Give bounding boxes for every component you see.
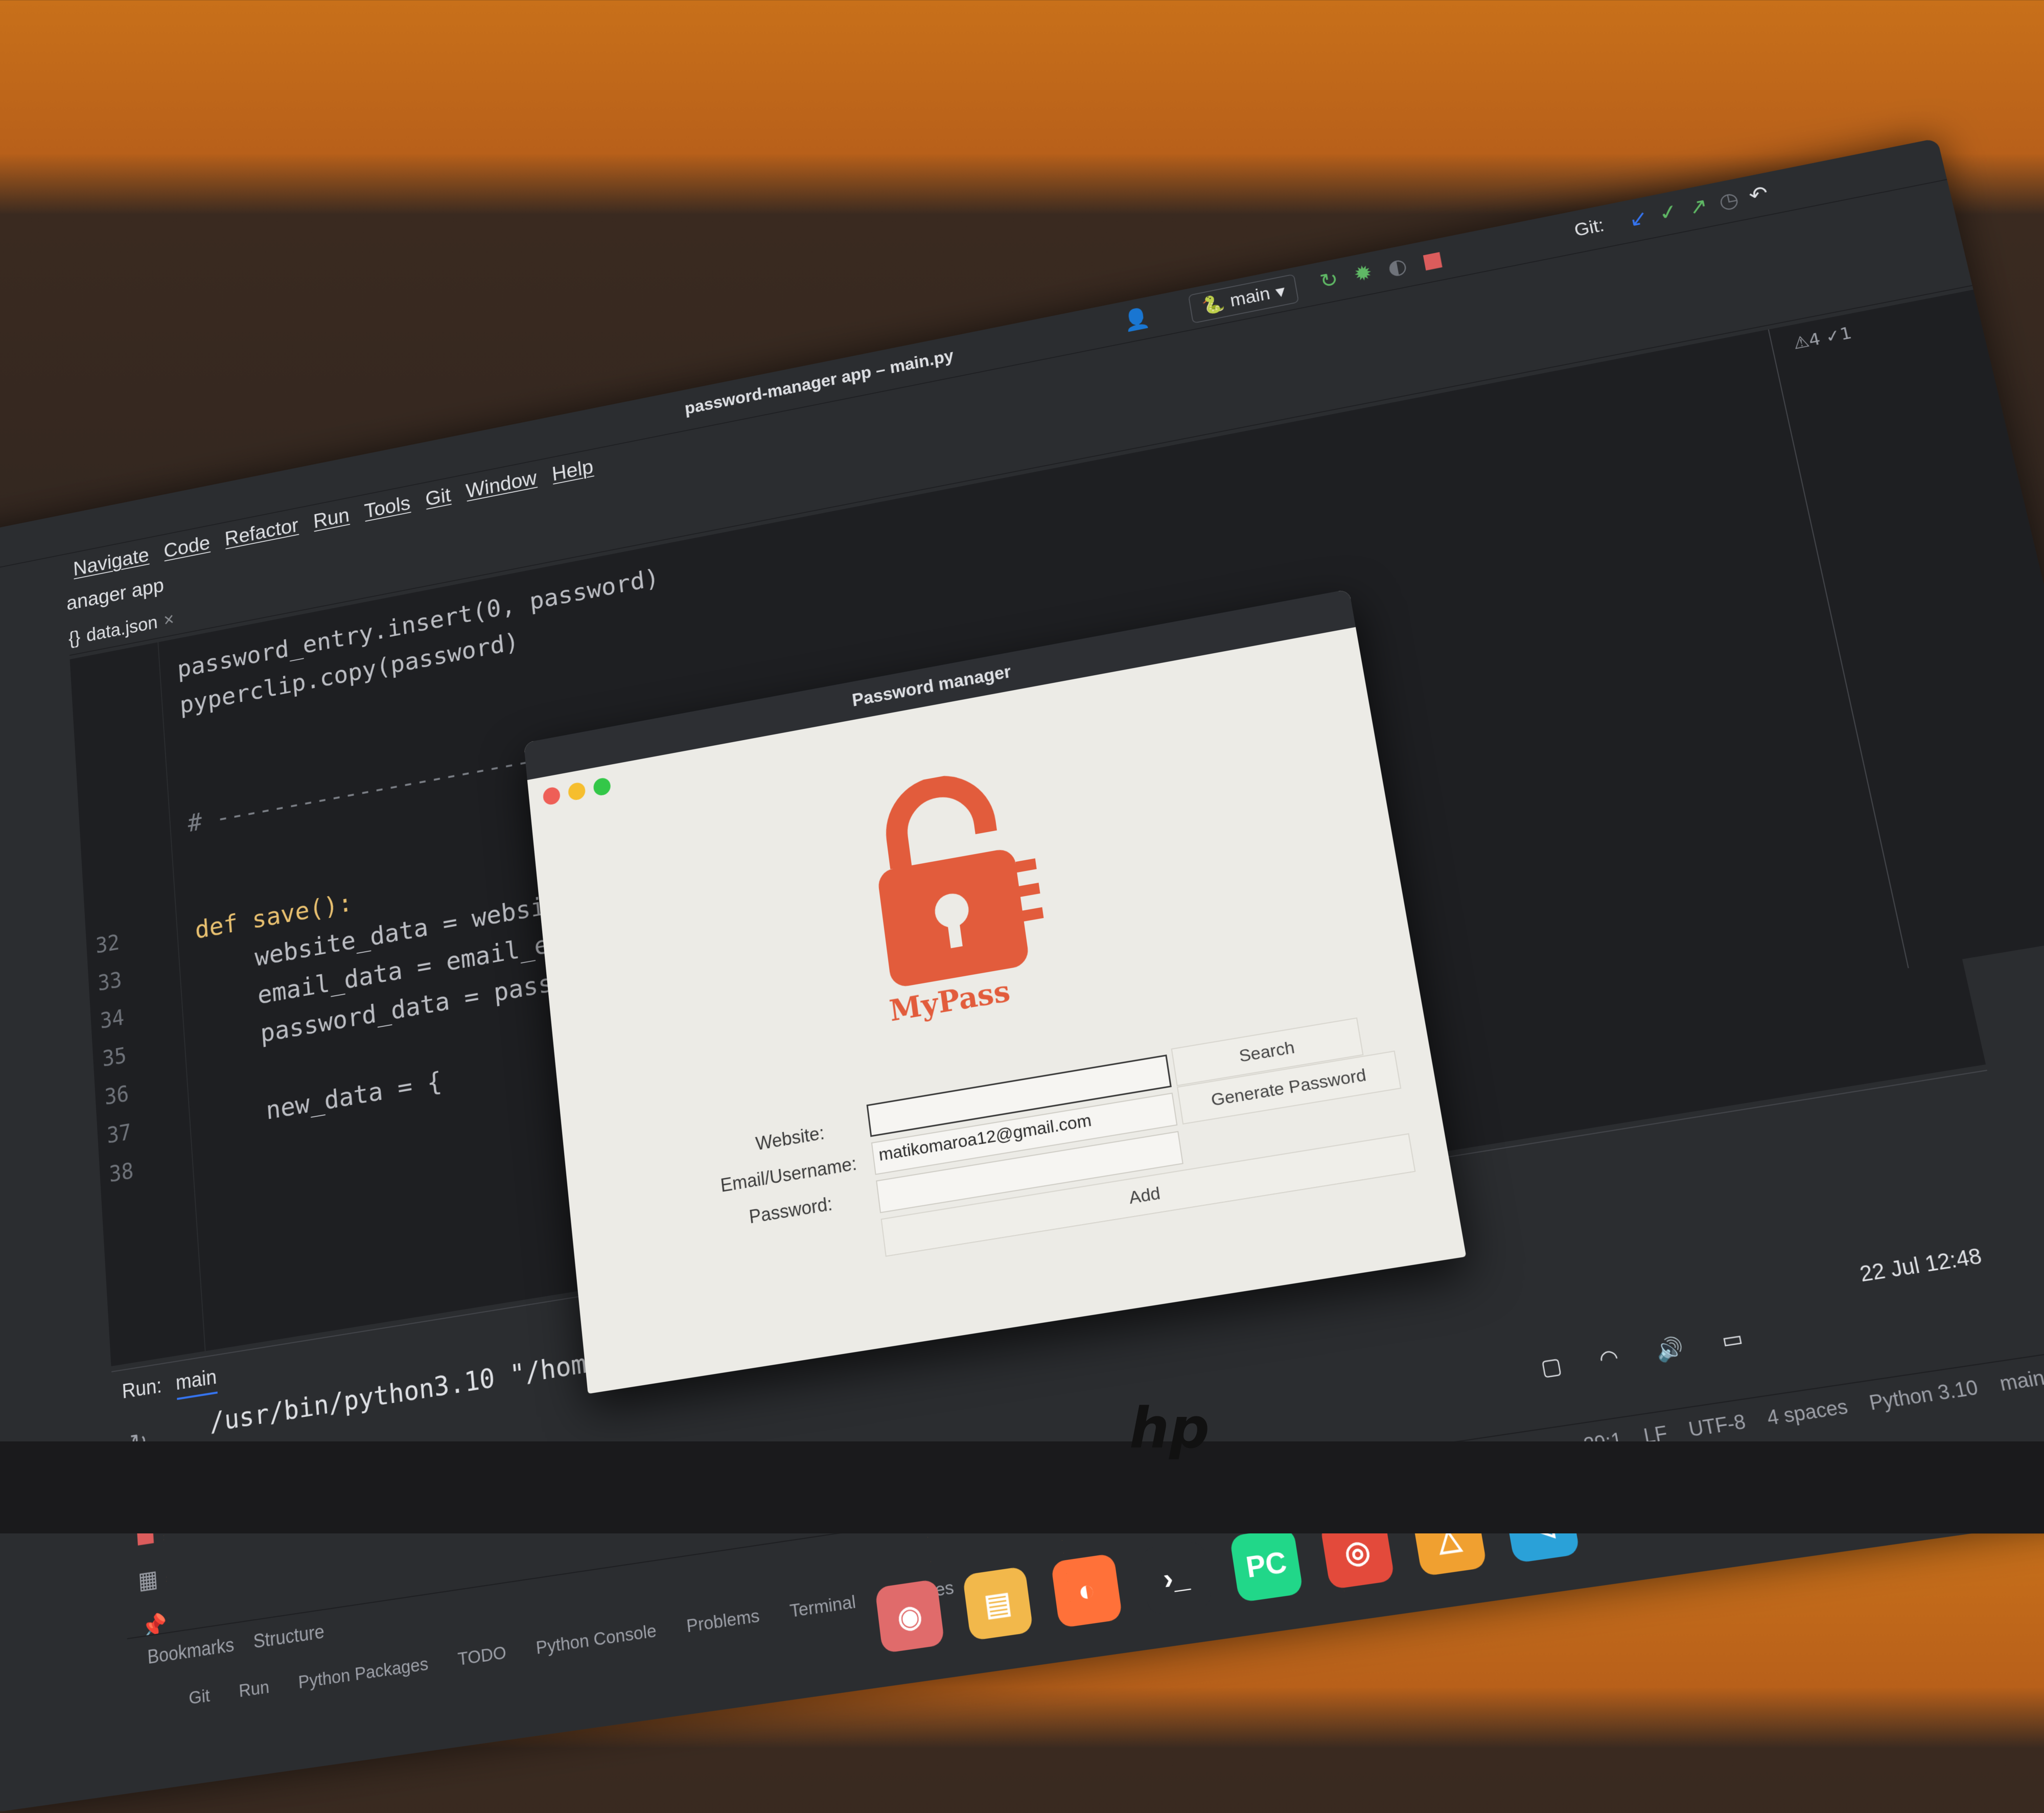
layout-icon[interactable]: ▦ — [137, 1564, 165, 1595]
menu-help[interactable]: Help — [551, 455, 594, 486]
window-icon[interactable]: ▢ — [1539, 1353, 1564, 1382]
volume-icon[interactable]: 🔊 — [1654, 1335, 1686, 1364]
run-header: Run: main — [121, 1365, 218, 1409]
coverage-icon[interactable]: ◐ — [1386, 254, 1409, 280]
laptop-screen: password-manager app – main.py 👤 🐍 main … — [0, 0, 2044, 1813]
code-line: new_data = { — [207, 1066, 444, 1136]
indent-setting[interactable]: 4 spaces — [1765, 1395, 1850, 1430]
menu-code[interactable]: Code — [163, 532, 211, 563]
git-label: Git: — [1572, 216, 1606, 241]
menu-tools[interactable]: Tools — [363, 492, 411, 523]
menu-git[interactable]: Git — [425, 484, 452, 511]
pycharm-window: password-manager app – main.py 👤 🐍 main … — [0, 138, 2044, 1813]
close-icon[interactable]: × — [163, 609, 175, 631]
git-commit-icon[interactable]: ✓ — [1657, 199, 1680, 226]
git-update-icon[interactable]: ↙ — [1627, 205, 1650, 232]
debug-icon[interactable]: ✹ — [1352, 261, 1374, 287]
pycharm-app-icon[interactable]: PC — [1229, 1527, 1304, 1603]
tool-git[interactable]: Git — [188, 1685, 211, 1709]
tab-label: data.json — [85, 612, 158, 646]
git-push-icon[interactable]: ↗ — [1687, 193, 1710, 220]
email-label: Email/Username: — [719, 1153, 858, 1196]
firefox-app-icon[interactable]: ◐ — [1051, 1553, 1123, 1628]
screen-recorder-app-icon[interactable]: ◉ — [874, 1579, 945, 1654]
tool-python-console[interactable]: Python Console — [535, 1620, 657, 1659]
line-number: 36 — [104, 1081, 130, 1110]
line-number: 37 — [106, 1119, 132, 1149]
website-label: Website: — [754, 1122, 826, 1155]
secondary-editor-pane: ⚠4 ✓1 — [1768, 289, 2044, 969]
json-file-icon: {} — [68, 627, 81, 649]
files-app-icon[interactable]: ▤ — [962, 1566, 1034, 1641]
menu-navigate[interactable]: Navigate — [73, 544, 150, 581]
password-label: Password: — [748, 1193, 834, 1228]
line-number: 33 — [97, 968, 123, 996]
line-gutter: 32 33 34 35 36 37 38 — [69, 642, 206, 1366]
tool-todo[interactable]: TODO — [457, 1642, 507, 1670]
user-icon[interactable]: 👤 — [1122, 305, 1151, 334]
line-number: 34 — [99, 1005, 125, 1034]
tool-python-packages[interactable]: Python Packages — [297, 1654, 429, 1693]
terminal-app-icon[interactable]: ›_ — [1140, 1540, 1213, 1616]
padlock-logo-icon — [856, 760, 1044, 989]
git-branch[interactable]: main — [1997, 1366, 2044, 1396]
file-encoding[interactable]: UTF-8 — [1687, 1410, 1748, 1442]
interpreter[interactable]: Python 3.10 — [1867, 1376, 1980, 1415]
tool-problems[interactable]: Problems — [685, 1605, 760, 1637]
side-tool-bookmarks[interactable]: Bookmarks — [147, 1634, 235, 1668]
line-number: 32 — [95, 930, 121, 959]
run-label: Run: — [121, 1374, 162, 1403]
wifi-icon[interactable]: ◠ — [1597, 1344, 1621, 1373]
menu-window[interactable]: Window — [465, 467, 538, 503]
laptop-bezel — [0, 1441, 2044, 1533]
close-window-button[interactable] — [542, 786, 561, 806]
side-tool-structure[interactable]: Structure — [252, 1620, 325, 1653]
run-tab-main[interactable]: main — [175, 1365, 218, 1401]
run-config-label: main — [1228, 284, 1272, 311]
undo-icon[interactable]: ↶ — [1747, 181, 1770, 208]
history-icon[interactable]: ◷ — [1716, 187, 1741, 214]
chevron-down-icon: ▾ — [1274, 281, 1287, 302]
menu-run[interactable]: Run — [313, 504, 351, 533]
hp-logo: hp — [1129, 1395, 1210, 1461]
tool-run[interactable]: Run — [238, 1677, 270, 1702]
stop-icon[interactable]: ■ — [1420, 246, 1445, 273]
maximize-window-button[interactable] — [592, 776, 612, 797]
rerun-icon[interactable]: ↻ — [1318, 267, 1340, 294]
menu-refactor[interactable]: Refactor — [224, 514, 299, 550]
python-icon: 🐍 — [1200, 293, 1226, 317]
line-number: 35 — [101, 1043, 127, 1072]
tool-terminal[interactable]: Terminal — [789, 1591, 857, 1622]
minimize-window-button[interactable] — [567, 781, 586, 801]
inspections-widget[interactable]: ⚠4 ✓1 — [1792, 324, 1853, 353]
line-number: 38 — [108, 1158, 134, 1188]
